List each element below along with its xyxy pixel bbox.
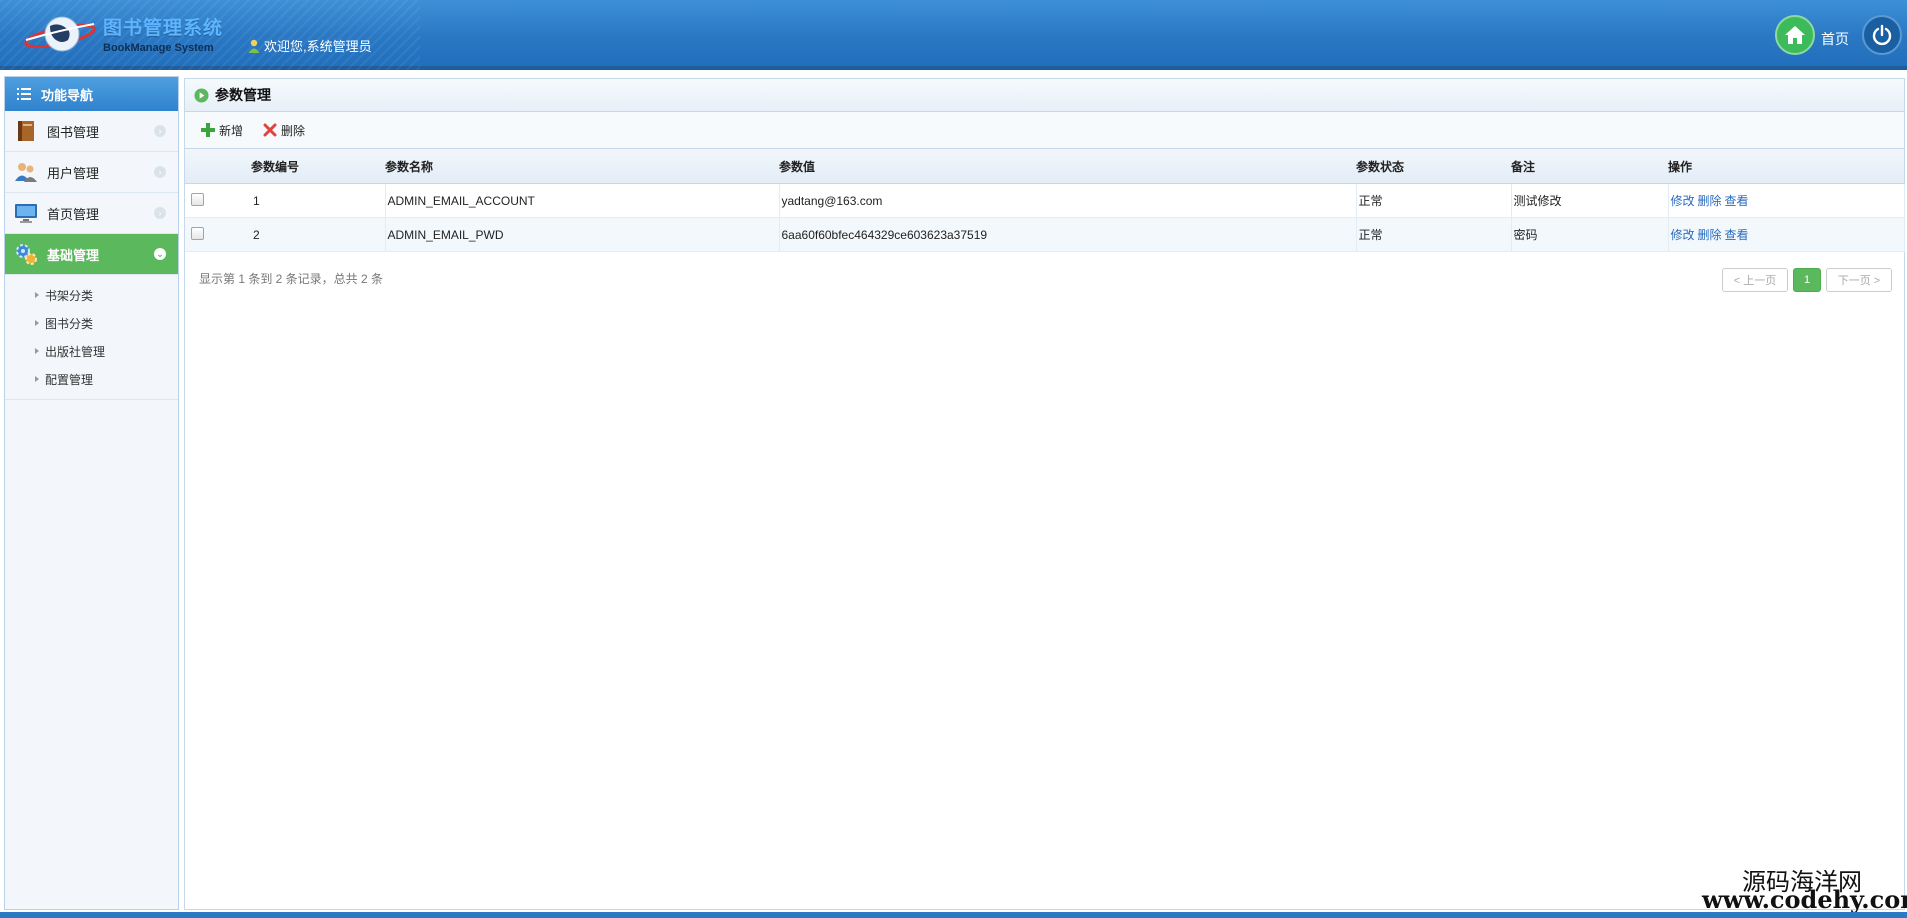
submenu-item-label: 图书分类: [45, 316, 94, 331]
cell-name: ADMIN_EMAIL_PWD: [385, 217, 780, 252]
pagination: < 上一页 1 下一页 >: [1717, 268, 1892, 292]
bottom-bar: [0, 912, 1907, 918]
users-icon: [15, 163, 37, 182]
table-row[interactable]: 2 ADMIN_EMAIL_PWD 6aa60f60bfec464329ce60…: [185, 217, 1905, 252]
main-panel: 参数管理 新增 删除 参数编号 参数名称 参数值 参数状态 备注 操作 1 AD…: [184, 78, 1905, 910]
sidebar-item-basic-management[interactable]: 基础管理 ⌄: [5, 234, 178, 275]
row-checkbox-cell: [185, 183, 251, 218]
sidebar-item-user-management[interactable]: 用户管理 ›: [5, 152, 178, 193]
caret-right-icon: [35, 320, 39, 326]
row-checkbox[interactable]: [191, 226, 204, 240]
add-button[interactable]: 新增: [201, 122, 243, 139]
submenu-item-label: 书架分类: [45, 288, 94, 303]
welcome-text: 欢迎您,系统管理员: [264, 39, 372, 54]
sidebar-item-label: 首页管理: [47, 206, 100, 222]
page-title: 参数管理: [215, 87, 271, 103]
caret-right-icon: [35, 348, 39, 354]
panel-title-bar: 参数管理: [185, 79, 1904, 112]
delete-button-label: 删除: [281, 123, 306, 138]
sidebar-title: 功能导航: [41, 87, 94, 103]
sidebar-item-label: 图书管理: [47, 124, 100, 140]
logo-subtitle: BookManage System: [103, 42, 214, 54]
pagination-info: 显示第 1 条到 2 条记录，总共 2 条: [199, 272, 384, 286]
home-button[interactable]: [1775, 15, 1815, 55]
plus-icon: [201, 123, 215, 137]
logout-button[interactable]: [1862, 15, 1902, 55]
cell-actions: 修改 删除 查看: [1668, 183, 1905, 218]
delete-link[interactable]: 删除: [1698, 228, 1722, 242]
cell-name: ADMIN_EMAIL_ACCOUNT: [385, 183, 780, 218]
globe-logo-icon: [24, 16, 96, 52]
sidebar-item-home-management[interactable]: 首页管理 ›: [5, 193, 178, 234]
toolbar: 新增 删除: [185, 112, 1904, 149]
next-page-button[interactable]: 下一页 >: [1826, 268, 1892, 292]
close-icon: [263, 123, 277, 137]
add-button-label: 新增: [219, 123, 244, 138]
top-header: 图书管理系统 BookManage System 欢迎您,系统管理员 首页: [0, 0, 1907, 70]
cell-actions: 修改 删除 查看: [1668, 217, 1905, 252]
submenu: 书架分类 图书分类 出版社管理 配置管理: [5, 275, 178, 400]
chevron-right-icon: ›: [154, 207, 166, 219]
caret-right-icon: [35, 376, 39, 382]
cell-id: 2: [251, 217, 386, 252]
cell-remark: 密码: [1511, 217, 1669, 252]
column-header[interactable]: 参数值: [779, 149, 1356, 184]
table-row[interactable]: 1 ADMIN_EMAIL_ACCOUNT yadtang@163.com 正常…: [185, 183, 1905, 218]
chevron-down-icon: ⌄: [154, 248, 166, 260]
chevron-right-icon: ›: [154, 166, 166, 178]
submenu-item-book-category[interactable]: 图书分类: [5, 309, 178, 337]
prev-page-button[interactable]: < 上一页: [1722, 268, 1788, 292]
view-link[interactable]: 查看: [1725, 228, 1749, 242]
submenu-item-label: 配置管理: [45, 372, 94, 387]
row-checkbox[interactable]: [191, 192, 204, 206]
sidebar-header: 功能导航: [5, 77, 178, 111]
cell-status: 正常: [1356, 217, 1512, 252]
welcome-message: 欢迎您,系统管理员: [248, 36, 372, 55]
watermark-line-2: www.codehy.com: [1702, 885, 1907, 914]
monitor-icon: [15, 204, 37, 223]
sidebar-item-label: 基础管理: [47, 247, 100, 263]
cell-id: 1: [251, 183, 386, 218]
view-link[interactable]: 查看: [1725, 194, 1749, 208]
submenu-item-label: 出版社管理: [45, 344, 106, 359]
column-header-checkbox: [185, 149, 251, 184]
home-icon: [1785, 26, 1805, 44]
column-header[interactable]: 参数状态: [1356, 149, 1511, 184]
chevron-right-icon: ›: [154, 125, 166, 137]
cell-remark: 测试修改: [1511, 183, 1669, 218]
user-icon: [248, 39, 260, 53]
submenu-item-config-management[interactable]: 配置管理: [5, 365, 178, 393]
delete-link[interactable]: 删除: [1698, 194, 1722, 208]
logo-title: 图书管理系统: [103, 17, 224, 39]
column-header[interactable]: 参数名称: [385, 149, 779, 184]
cell-value: yadtang@163.com: [779, 183, 1357, 218]
gears-icon: [16, 244, 37, 265]
parameter-table: 参数编号 参数名称 参数值 参数状态 备注 操作 1 ADMIN_EMAIL_A…: [185, 149, 1905, 252]
edit-link[interactable]: 修改: [1671, 228, 1695, 242]
submenu-item-shelf-category[interactable]: 书架分类: [5, 281, 178, 309]
cell-value: 6aa60f60bfec464329ce603623a37519: [779, 217, 1357, 252]
page-number-button[interactable]: 1: [1793, 268, 1821, 292]
column-header[interactable]: 参数编号: [251, 149, 385, 184]
row-checkbox-cell: [185, 217, 251, 252]
edit-link[interactable]: 修改: [1671, 194, 1695, 208]
arrow-circle-icon: [194, 87, 209, 103]
column-header[interactable]: 备注: [1511, 149, 1668, 184]
cell-status: 正常: [1356, 183, 1512, 218]
home-link[interactable]: 首页: [1821, 29, 1849, 49]
delete-button[interactable]: 删除: [263, 122, 305, 139]
book-icon: [18, 121, 34, 141]
sidebar: 功能导航 图书管理 › 用户管理 › 首页管理 › 基础管理 ⌄ 书架分类 图书…: [4, 76, 179, 910]
submenu-item-publisher-management[interactable]: 出版社管理: [5, 337, 178, 365]
power-icon: [1872, 24, 1892, 46]
caret-right-icon: [35, 292, 39, 298]
column-header: 操作: [1668, 149, 1904, 184]
sidebar-item-label: 用户管理: [47, 165, 100, 181]
table-header-row: 参数编号 参数名称 参数值 参数状态 备注 操作: [185, 149, 1904, 184]
sidebar-item-book-management[interactable]: 图书管理 ›: [5, 111, 178, 152]
list-icon: [17, 88, 31, 100]
